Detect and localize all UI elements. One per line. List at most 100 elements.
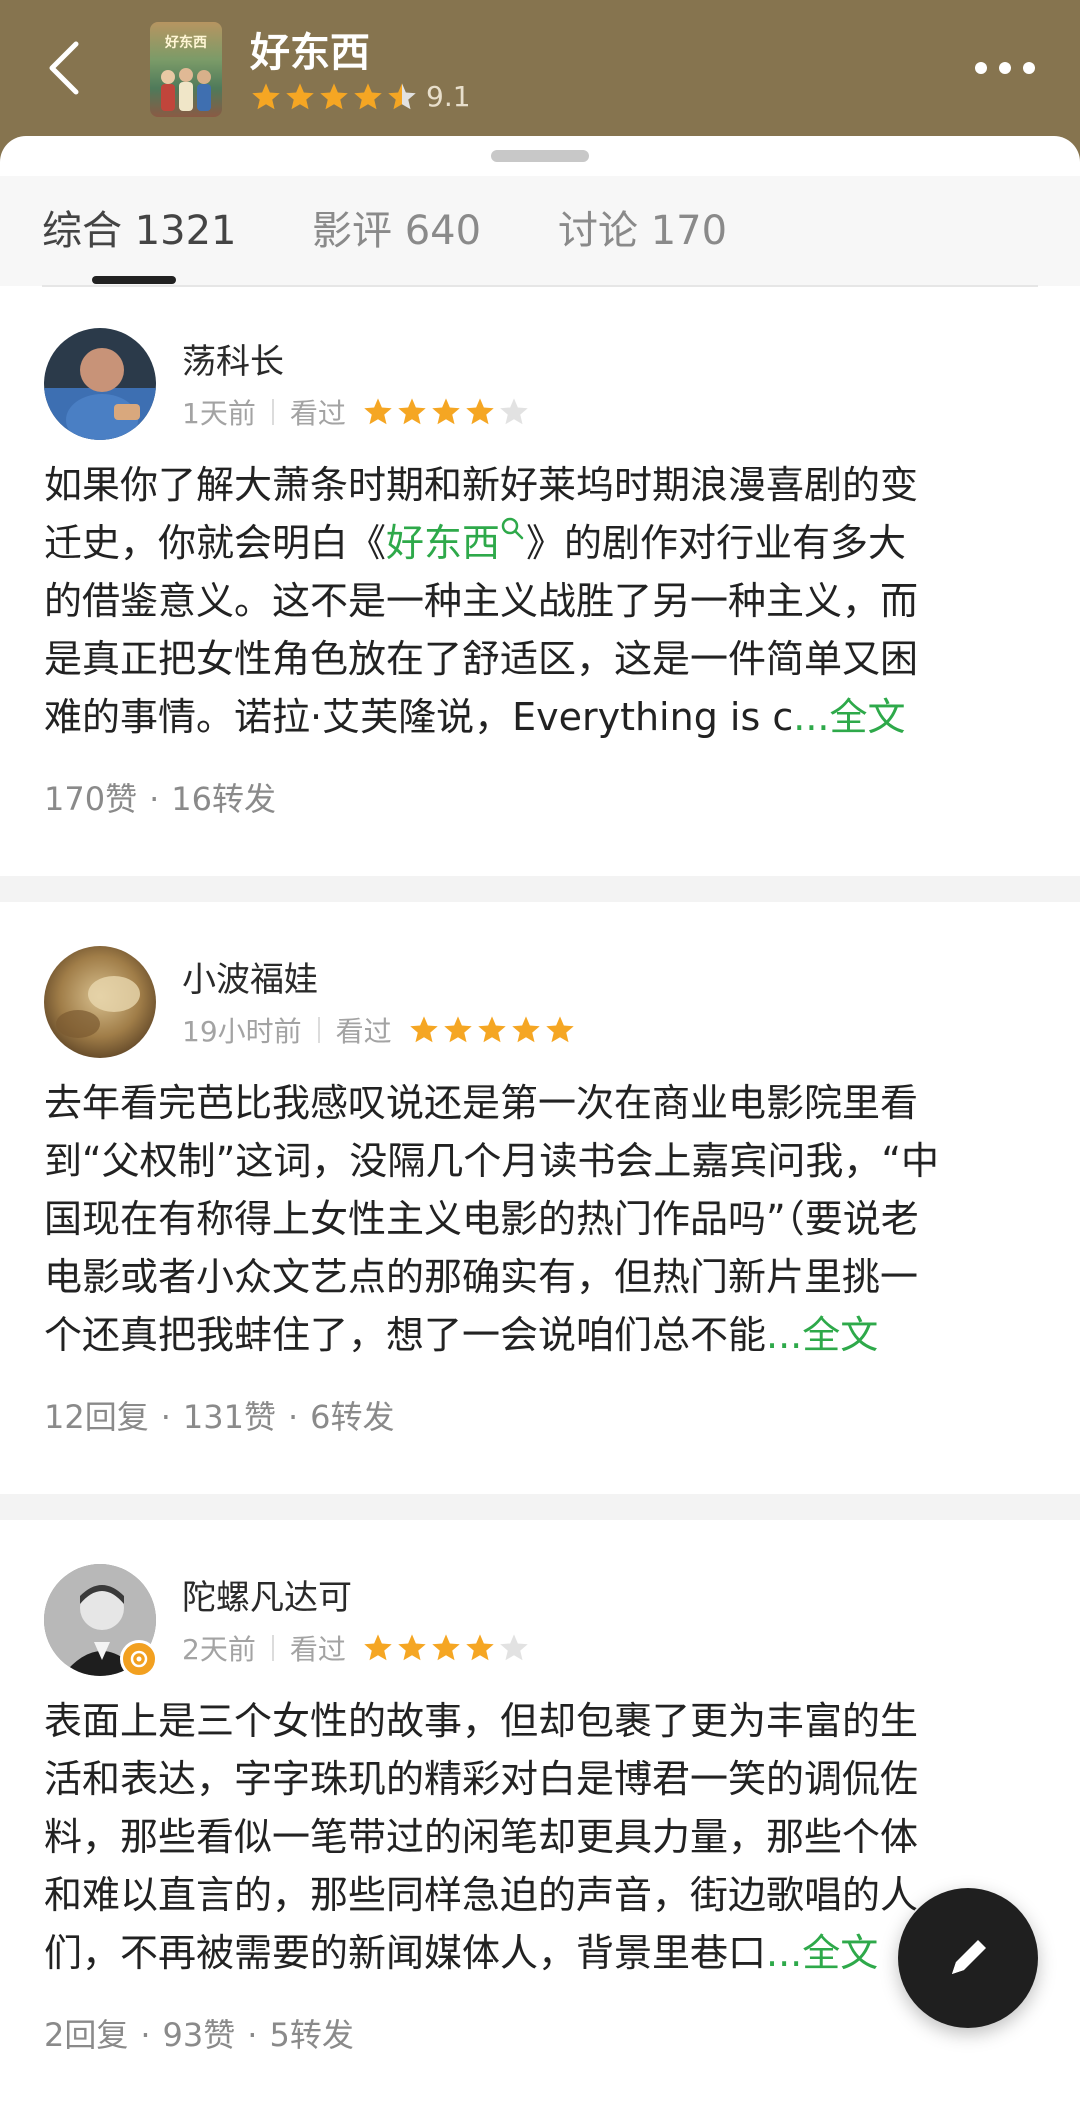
star-icon (409, 1016, 438, 1043)
star-icon (432, 1634, 460, 1661)
shares-count[interactable]: 6转发 (310, 1398, 394, 1436)
star-icon (364, 398, 392, 425)
review-line: 去年看完芭比我感叹说还是第一次在商业电影院里看 (44, 1081, 919, 1125)
star-icon (500, 398, 528, 425)
movie-link-text: 好东西 (386, 521, 501, 565)
chevron-left-icon (49, 41, 79, 95)
review-meta: 2天前 看过 (182, 1628, 530, 1668)
review-time: 1天前 (182, 397, 256, 430)
review-line: 难的事情。诺拉·艾芙隆说，Everything is c...全文 (44, 688, 1038, 746)
review-line-part: 们，不再被需要的新闻媒体人，背景里巷口 (44, 1931, 767, 1975)
review-stars (362, 396, 530, 428)
likes-count[interactable]: 170赞 (44, 780, 137, 818)
star-icon (500, 1634, 528, 1661)
review-line-part: 》的剧作对行业有多大 (526, 521, 907, 565)
star-icon (286, 82, 314, 109)
rating-stars (250, 81, 418, 113)
shares-count[interactable]: 5转发 (269, 2016, 353, 2054)
tab-reviews[interactable]: 影评 640 (312, 198, 481, 256)
tabs-divider (42, 285, 1038, 287)
avatar[interactable] (44, 328, 156, 440)
review-line: 如果你了解大萧条时期和新好莱坞时期浪漫喜剧的变 (44, 463, 919, 507)
review-text[interactable]: 表面上是三个女性的故事，但却包裹了更为丰富的生 活和表达，字字珠玑的精彩对白是博… (44, 1692, 1038, 1982)
star-icon (477, 1016, 506, 1043)
review-stars (408, 1014, 576, 1046)
star-icon (432, 398, 460, 425)
screen: 好东西 好东西 9.1 综合 1321 影评 640 讨论 170 荡科长 1天… (0, 0, 1080, 2102)
review-author[interactable]: 荡科长 (182, 334, 284, 383)
review-line: 是真正把女性角色放在了舒适区，这是一件简单又困 (44, 637, 919, 681)
stat-dot: · (160, 1398, 171, 1436)
review-line: 们，不再被需要的新闻媒体人，背景里巷口...全文 (44, 1924, 1038, 1982)
movie-poster[interactable]: 好东西 (150, 22, 222, 117)
review-card[interactable]: 陀螺凡达可 2天前 看过 表面上是三个女性的故事，但却包裹了更为丰富的生 活和表… (0, 1564, 1080, 2102)
review-line-part: 个还真把我蚌住了，想了一会说咱们总不能 (44, 1313, 767, 1357)
poster-title: 好东西 (165, 35, 207, 51)
star-icon (354, 82, 382, 109)
review-line: 个还真把我蚌住了，想了一会说咱们总不能...全文 (44, 1306, 1038, 1364)
read-more-link[interactable]: ...全文 (766, 1931, 878, 1975)
star-icon (443, 1016, 472, 1043)
review-meta: 19小时前 看过 (182, 1010, 576, 1050)
review-text[interactable]: 如果你了解大萧条时期和新好莱坞时期浪漫喜剧的变 迁史，你就会明白《好东西 》的剧作… (44, 456, 1038, 746)
tab-discussion[interactable]: 讨论 170 (558, 198, 727, 256)
review-meta: 1天前 看过 (182, 392, 530, 432)
review-card[interactable]: 荡科长 1天前 看过 如果你了解大萧条时期和新好莱坞时期浪漫喜剧的变 迁史，你就… (0, 328, 1080, 868)
review-author[interactable]: 小波福娃 (182, 952, 318, 1001)
verified-badge-icon (120, 1640, 158, 1678)
write-review-button[interactable] (898, 1888, 1038, 2028)
shares-count[interactable]: 16转发 (171, 780, 276, 818)
review-line-part: 迁史，你就会明白《 (44, 521, 387, 565)
movie-link[interactable]: 好东西 (386, 517, 526, 565)
meta-divider (271, 399, 274, 425)
review-line: 活和表达，字字珠玑的精彩对白是博君一笑的调侃佐 (44, 1757, 919, 1801)
review-stats: 170赞 · 16转发 (44, 774, 276, 820)
replies-count[interactable]: 2回复 (44, 2016, 128, 2054)
back-button[interactable] (36, 36, 100, 100)
poster-figures-image (161, 68, 211, 111)
review-stats: 2回复 · 93赞 · 5转发 (44, 2010, 354, 2056)
movie-rating: 9.1 (250, 80, 471, 113)
section-separator (0, 1494, 1080, 1520)
meta-divider (317, 1017, 320, 1043)
review-line: 迁史，你就会明白《好东西 》的剧作对行业有多大 (44, 514, 1038, 572)
review-status: 看过 (289, 397, 346, 430)
stat-dot: · (149, 780, 160, 818)
avatar-image (44, 328, 156, 440)
star-icon (252, 82, 280, 109)
review-text[interactable]: 去年看完芭比我感叹说还是第一次在商业电影院里看 到“父权制”这词，没隔几个月读书… (44, 1074, 1038, 1364)
replies-count[interactable]: 12回复 (44, 1398, 149, 1436)
star-icon (388, 82, 416, 109)
tab-bar: 综合 1321 影评 640 讨论 170 (0, 176, 1080, 286)
read-more-link[interactable]: ...全文 (766, 1313, 878, 1357)
more-icon (975, 62, 1035, 74)
search-icon (501, 517, 524, 540)
section-separator (0, 876, 1080, 902)
tab-indicator (92, 276, 176, 284)
read-more-link[interactable]: ...全文 (793, 695, 905, 739)
review-card[interactable]: 小波福娃 19小时前 看过 去年看完芭比我感叹说还是第一次在商业电影院里看 到“… (0, 946, 1080, 1486)
likes-count[interactable]: 131赞 (183, 1398, 276, 1436)
review-line: 表面上是三个女性的故事，但却包裹了更为丰富的生 (44, 1699, 919, 1743)
star-icon (466, 398, 494, 425)
likes-count[interactable]: 93赞 (163, 2016, 236, 2054)
more-button[interactable] (970, 48, 1040, 88)
star-icon (466, 1634, 494, 1661)
pen-icon (952, 1940, 986, 1974)
drag-handle[interactable] (491, 150, 589, 162)
movie-title: 好东西 (250, 30, 370, 76)
review-line: 料，那些看似一笔带过的闲笔却更具力量，那些个体 (44, 1815, 919, 1859)
reviews-sheet: 综合 1321 影评 640 讨论 170 荡科长 1天前 看过 如果你了解大萧… (0, 136, 1080, 2102)
review-status: 看过 (335, 1015, 392, 1048)
review-line: 和难以直言的，那些同样急迫的声音，街边歌唱的人 (44, 1873, 919, 1917)
star-icon (364, 1634, 392, 1661)
review-line: 电影或者小众文艺点的那确实有，但热门新片里挑一 (44, 1255, 919, 1299)
review-time: 19小时前 (182, 1015, 302, 1048)
review-line: 国现在有称得上女性主义电影的热门作品吗”（要说老 (44, 1197, 919, 1241)
review-stats: 12回复 · 131赞 · 6转发 (44, 1392, 395, 1438)
star-icon (398, 398, 426, 425)
star-icon (398, 1634, 426, 1661)
review-author[interactable]: 陀螺凡达可 (182, 1570, 352, 1619)
avatar[interactable] (44, 946, 156, 1058)
tab-overall[interactable]: 综合 1321 (42, 198, 237, 256)
